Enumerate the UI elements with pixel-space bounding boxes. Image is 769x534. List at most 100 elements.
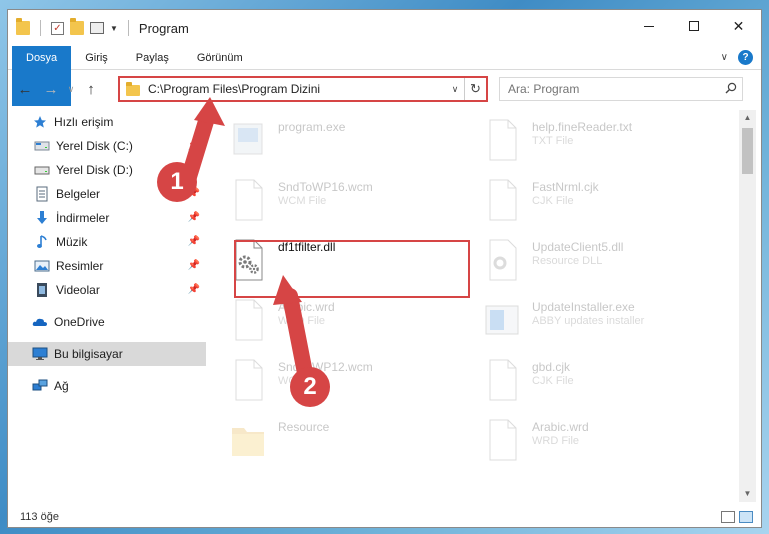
file-type: WCM File bbox=[278, 195, 327, 207]
sidebar-item-label: Videolar bbox=[56, 283, 100, 297]
pin-icon[interactable]: 📌 bbox=[188, 140, 200, 151]
sidebar-item-music[interactable]: Müzik 📌 bbox=[8, 230, 206, 254]
sidebar-item-label: Müzik bbox=[56, 235, 88, 249]
file-list: program.exe SndToWP16.wcm WCM File df1tf… bbox=[222, 110, 738, 502]
sidebar-item-videos[interactable]: Videolar 📌 bbox=[8, 278, 206, 302]
address-bar[interactable]: C:\Program Files\Program Dizini ∨ ↻ bbox=[118, 76, 488, 102]
search-icon[interactable] bbox=[720, 82, 742, 97]
close-button[interactable]: ✕ bbox=[716, 10, 761, 42]
maximize-button[interactable] bbox=[671, 10, 716, 42]
address-dropdown-icon[interactable]: ∨ bbox=[446, 84, 464, 95]
exe-file-icon bbox=[233, 123, 263, 155]
document-icon bbox=[489, 419, 517, 461]
pictures-icon bbox=[34, 258, 50, 274]
sidebar-item-this-pc[interactable]: Bu bilgisayar bbox=[8, 342, 206, 366]
file-type: TXT File bbox=[532, 135, 574, 147]
file-name: SndToWP16.wcm bbox=[278, 180, 373, 194]
help-icon[interactable]: ? bbox=[738, 50, 753, 65]
list-item[interactable]: help.fineReader.txt TXT File bbox=[476, 110, 726, 170]
file-name: UpdateClient5.dll bbox=[532, 240, 624, 254]
folder-icon bbox=[232, 428, 264, 456]
sidebar-item-label: Yerel Disk (D:) bbox=[56, 163, 133, 177]
pin-icon[interactable]: 📌 bbox=[188, 284, 200, 295]
file-name: gbd.cjk bbox=[532, 360, 571, 374]
document-icon bbox=[235, 359, 263, 401]
document-icon bbox=[235, 179, 263, 221]
window-controls: ✕ bbox=[626, 10, 761, 42]
list-item[interactable]: UpdateClient5.dll Resource DLL bbox=[476, 230, 726, 290]
file-name: UpdateInstaller.exe bbox=[532, 300, 635, 314]
explorer-window: ✓ ▼ Program ✕ Dosya Giriş Paylaş Görünüm… bbox=[7, 9, 762, 528]
details-view-icon[interactable] bbox=[721, 511, 735, 523]
sidebar-item-pictures[interactable]: Resimler 📌 bbox=[8, 254, 206, 278]
sidebar-item-network[interactable]: Ağ bbox=[8, 374, 206, 398]
window-title: Program bbox=[138, 20, 189, 36]
sidebar-item-onedrive[interactable]: OneDrive bbox=[8, 310, 206, 334]
refresh-icon[interactable]: ↻ bbox=[464, 78, 486, 100]
folder-icon bbox=[16, 18, 30, 35]
customize-toolbar-icon[interactable]: ▼ bbox=[110, 24, 118, 33]
maximize-icon bbox=[688, 21, 699, 31]
sidebar-item-label: Yerel Disk (C:) bbox=[56, 139, 133, 153]
file-type: Resource DLL bbox=[532, 255, 603, 267]
file-name: FastNrml.cjk bbox=[532, 180, 599, 194]
documents-icon bbox=[34, 186, 50, 202]
downloads-icon bbox=[34, 210, 50, 226]
back-button[interactable]: ← bbox=[12, 81, 38, 98]
list-item[interactable]: UpdateInstaller.exe ABBY updates install… bbox=[476, 290, 726, 350]
drive-icon bbox=[34, 138, 50, 154]
search-box[interactable] bbox=[499, 77, 743, 101]
network-icon bbox=[32, 378, 48, 394]
properties-check-icon[interactable]: ✓ bbox=[51, 21, 64, 35]
list-item[interactable]: Arabic.wrd WRD File bbox=[476, 410, 726, 470]
chevron-down-icon[interactable]: ∨ bbox=[721, 52, 728, 63]
list-item[interactable]: gbd.cjk CJK File bbox=[476, 350, 726, 410]
navigation-bar: ← → ∨ ↑ C:\Program Files\Program Dizini … bbox=[8, 72, 761, 106]
list-item[interactable]: program.exe bbox=[222, 110, 472, 170]
sidebar-item-local-disk-c[interactable]: Yerel Disk (C:) 📌 bbox=[8, 134, 206, 158]
search-input[interactable] bbox=[508, 82, 720, 96]
scroll-thumb[interactable] bbox=[742, 128, 753, 174]
minimize-button[interactable] bbox=[626, 10, 671, 42]
ribbon-right: ∨ ? bbox=[721, 46, 761, 69]
vertical-scrollbar[interactable]: ▲ ▼ bbox=[739, 110, 756, 502]
folder-icon bbox=[126, 82, 140, 96]
file-name: program.exe bbox=[278, 120, 346, 134]
recent-locations-button[interactable]: ∨ bbox=[64, 84, 78, 95]
scroll-down-icon[interactable]: ▼ bbox=[739, 486, 756, 502]
tab-gorunum[interactable]: Görünüm bbox=[183, 46, 257, 69]
list-item[interactable]: SndToWP16.wcm WCM File bbox=[222, 170, 472, 230]
list-item[interactable]: FastNrml.cjk CJK File bbox=[476, 170, 726, 230]
ribbon-tabs: Dosya Giriş Paylaş Görünüm ∨ ? bbox=[8, 46, 761, 106]
file-name: SndToWP12.wcm bbox=[278, 360, 373, 374]
list-item[interactable]: Resource bbox=[222, 410, 472, 470]
tiles-view-icon[interactable] bbox=[739, 511, 753, 523]
file-type: CJK File bbox=[532, 195, 574, 207]
new-folder-icon[interactable] bbox=[70, 18, 84, 35]
sidebar-item-downloads[interactable]: İndirmeler 📌 bbox=[8, 206, 206, 230]
file-name: Resource bbox=[278, 420, 330, 434]
address-path[interactable]: C:\Program Files\Program Dizini bbox=[148, 82, 446, 96]
videos-icon bbox=[34, 282, 50, 298]
sidebar-item-label: İndirmeler bbox=[56, 211, 110, 225]
pin-icon[interactable]: 📌 bbox=[188, 212, 200, 223]
pin-icon[interactable]: 📌 bbox=[188, 236, 200, 247]
installer-icon bbox=[485, 305, 519, 335]
star-icon bbox=[32, 114, 48, 130]
computer-icon bbox=[32, 346, 48, 362]
forward-button[interactable]: → bbox=[38, 81, 64, 98]
file-name: Arabic.wrd bbox=[278, 300, 335, 314]
file-type: WRD File bbox=[532, 435, 580, 447]
sidebar-item-quick-access[interactable]: Hızlı erişim bbox=[8, 110, 206, 134]
up-button[interactable]: ↑ bbox=[78, 81, 104, 98]
list-item[interactable]: SndToWP12.wcm WCM File bbox=[222, 350, 472, 410]
document-icon bbox=[489, 179, 517, 221]
properties-icon[interactable] bbox=[90, 22, 104, 34]
tab-giris[interactable]: Giriş bbox=[71, 46, 122, 69]
scroll-up-icon[interactable]: ▲ bbox=[739, 110, 756, 126]
close-icon: ✕ bbox=[732, 17, 745, 34]
tab-paylas[interactable]: Paylaş bbox=[122, 46, 183, 69]
sidebar-item-label: Hızlı erişim bbox=[54, 115, 114, 129]
list-item[interactable]: Arabic.wrd WRD File bbox=[222, 290, 472, 350]
pin-icon[interactable]: 📌 bbox=[188, 260, 200, 271]
